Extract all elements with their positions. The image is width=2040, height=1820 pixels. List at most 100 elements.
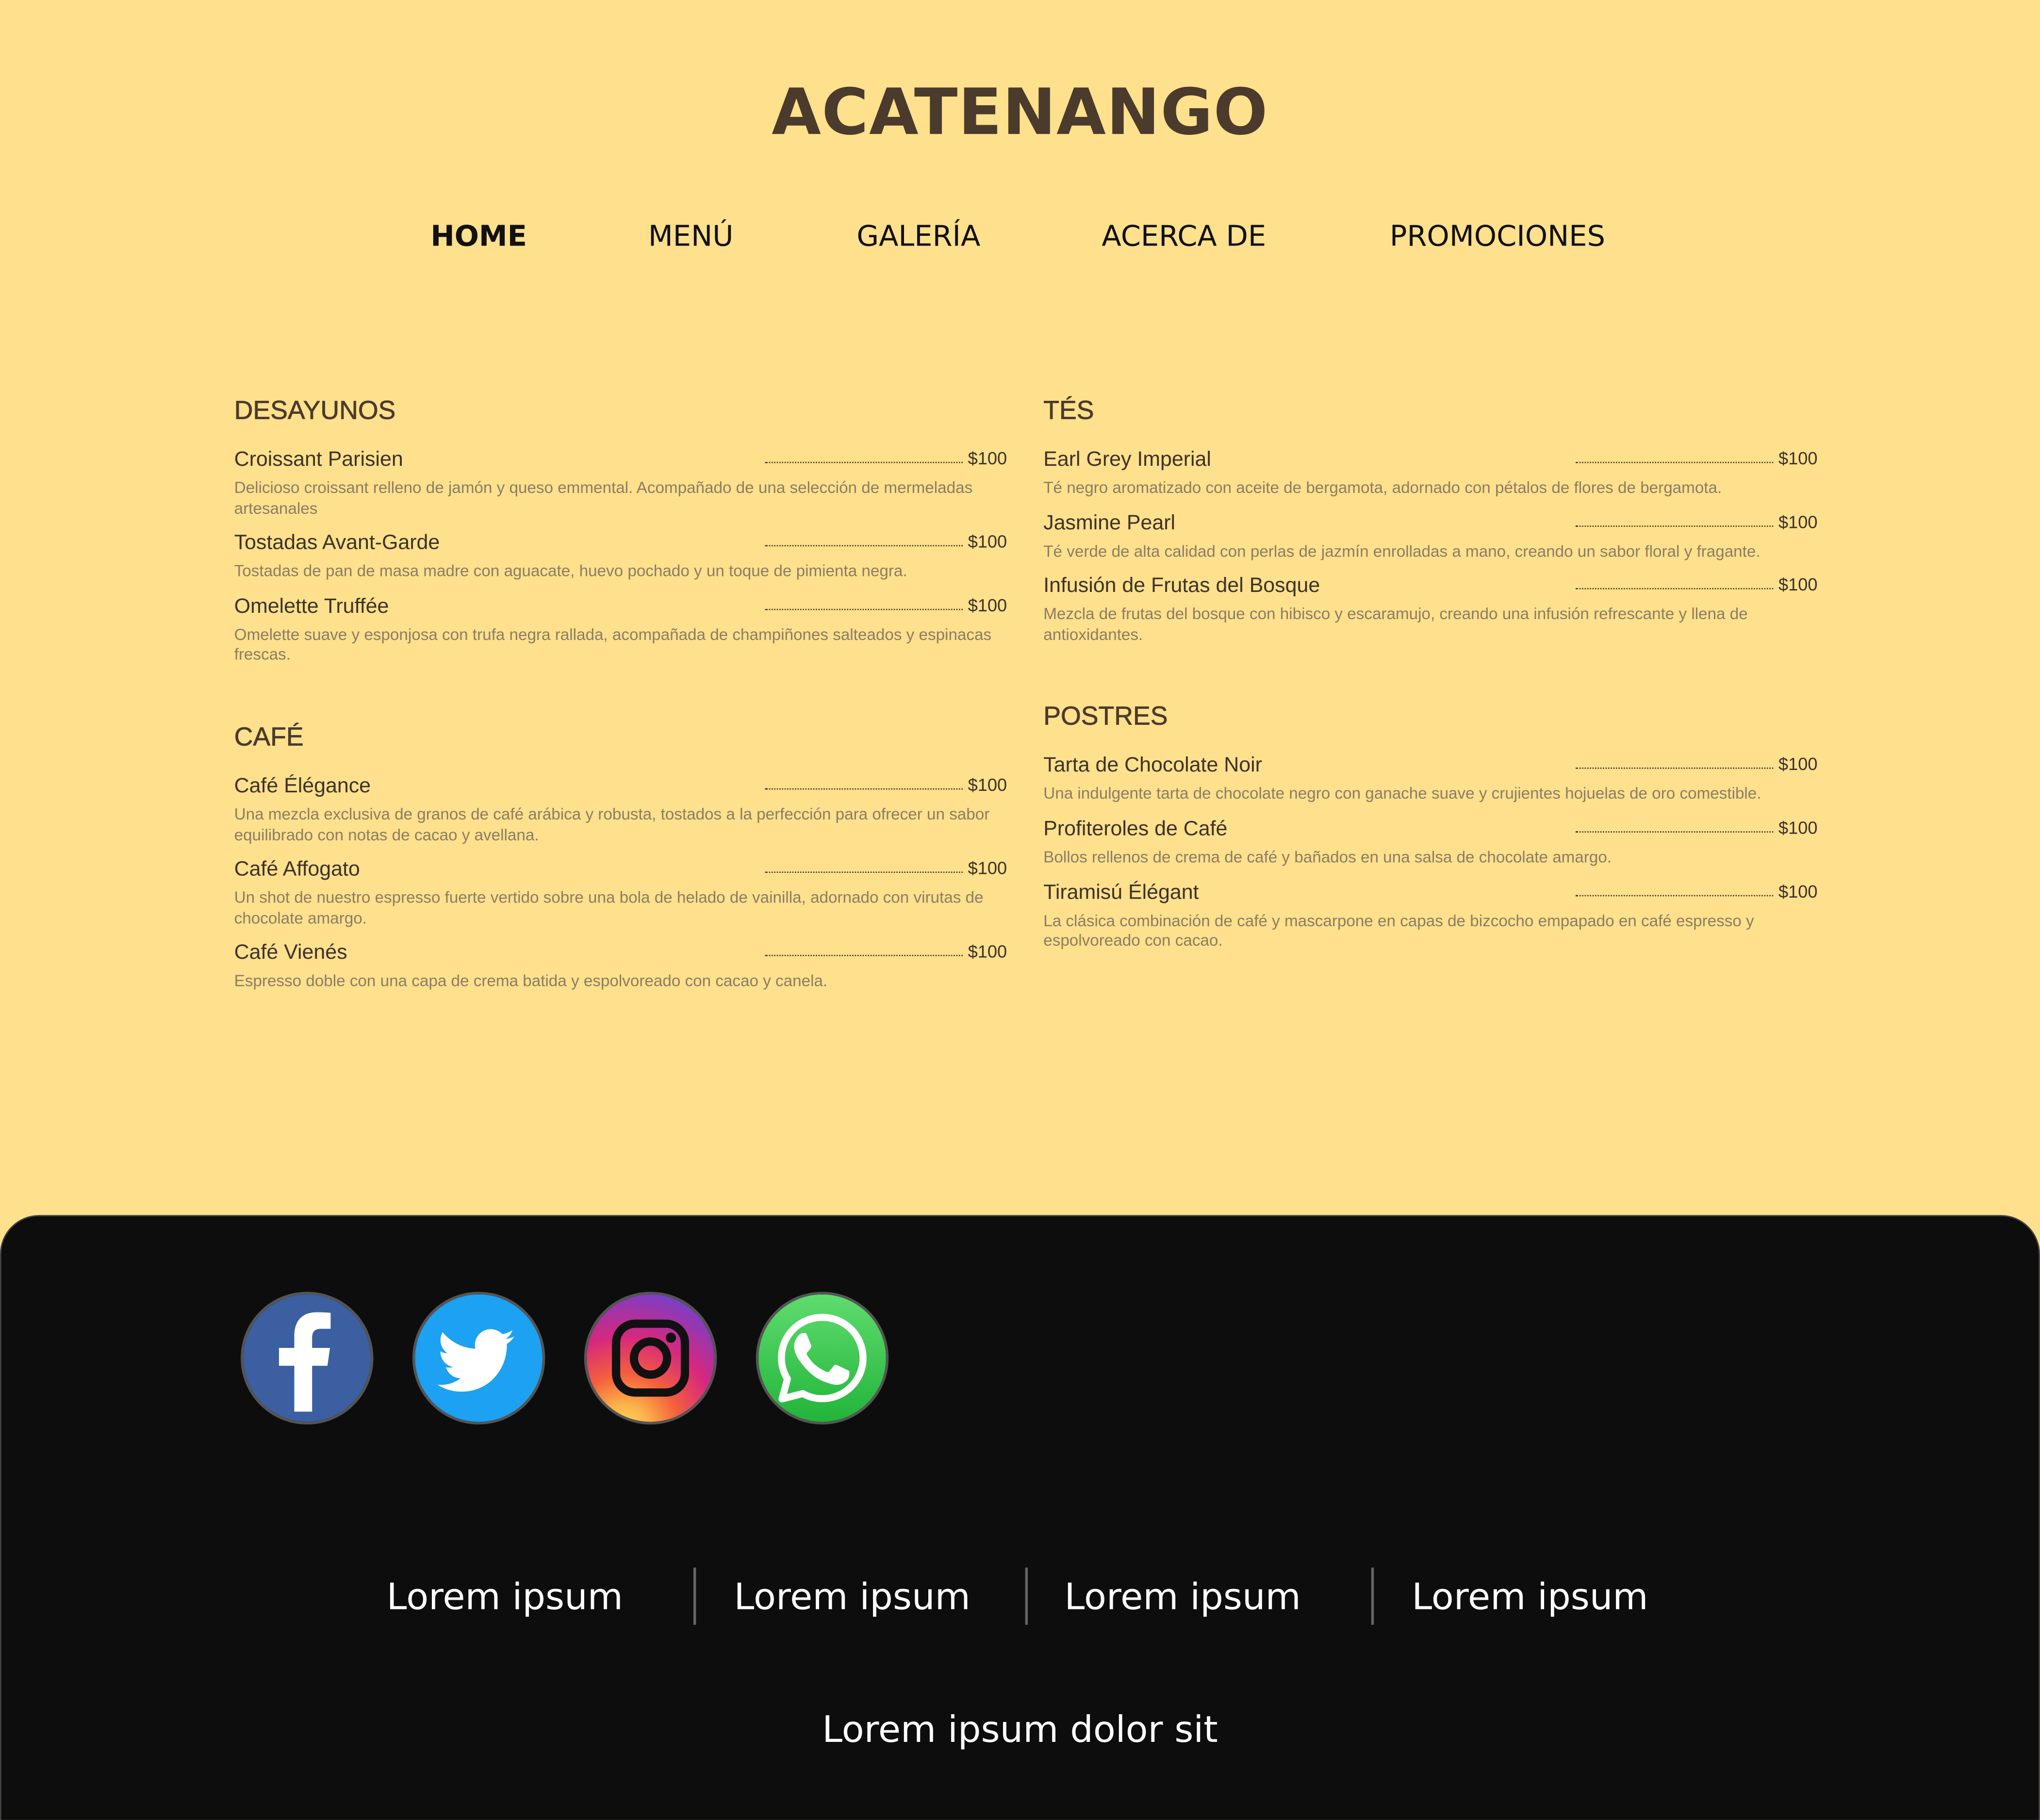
- nav-home[interactable]: HOME: [430, 221, 527, 254]
- facebook-icon: [243, 1294, 371, 1422]
- menu-item-name: Café Vienés: [234, 942, 347, 965]
- instagram-icon: [587, 1294, 714, 1422]
- footer-link-3[interactable]: Lorem ipsum: [1065, 1574, 1301, 1621]
- menu-section: CAFÉ Café Élégance $100 Una mezcla exclusiv…: [234, 721, 1007, 992]
- dot-leader: [1575, 461, 1774, 463]
- menu-item: Jasmine Pearl $100 Té verde de alta calida…: [1043, 509, 1817, 562]
- dot-leader: [765, 461, 963, 463]
- footer-divider: [693, 1567, 696, 1625]
- menu-item-header: Earl Grey Imperial $100: [1043, 446, 1817, 475]
- menu-item-header: Infusión de Frutas del Bosque $100: [1043, 573, 1817, 601]
- menu-item-name: Café Affogato: [234, 858, 360, 881]
- menu-item-name: Jasmine Pearl: [1043, 512, 1176, 534]
- menu-item-name: Omelette Truffée: [234, 595, 389, 618]
- menu-item-description: Una mezcla exclusiva de granos de café a…: [234, 805, 990, 844]
- menu-item-name: Croissant Parisien: [234, 448, 403, 471]
- menu-item-name: Café Élégance: [234, 775, 371, 798]
- menu-section: POSTRES Tarta de Chocolate Noir $100 Una in…: [1043, 700, 1818, 952]
- nav-about[interactable]: ACERCA DE: [1102, 221, 1266, 254]
- menu-item-name: Profiteroles de Café: [1043, 818, 1228, 840]
- menu-item-header: Omelette Truffée $100: [234, 593, 1007, 622]
- dot-leader: [1575, 894, 1774, 896]
- instagram-link[interactable]: [584, 1292, 717, 1425]
- footer-link-4[interactable]: Lorem ipsum: [1412, 1574, 1648, 1621]
- dot-leader: [765, 788, 963, 790]
- whatsapp-link[interactable]: [756, 1292, 889, 1425]
- menu-item: Tarta de Chocolate Noir $100 Una indulgent…: [1043, 753, 1817, 805]
- site-title: ACATENANGO: [772, 75, 1268, 150]
- section-title: CAFÉ: [234, 723, 304, 752]
- menu-item: Café Élégance $100 Una mezcla exclusiva de…: [234, 772, 1007, 846]
- menu-item-description: La clásica combinación de café y mascarp…: [1043, 911, 1754, 950]
- menu-item-name: Tiramisú Élégant: [1043, 881, 1199, 904]
- menu-item-price: $100: [968, 532, 1007, 552]
- dot-leader: [765, 545, 963, 547]
- menu-item-price: $100: [1778, 575, 1818, 595]
- menu-item-price: $100: [1778, 818, 1818, 838]
- nav-gallery[interactable]: GALERÍA: [856, 221, 980, 254]
- menu-item-header: Croissant Parisien $100: [234, 446, 1007, 475]
- menu-item-description: Una indulgente tarta de chocolate negro …: [1043, 785, 1761, 803]
- menu-item-price: $100: [968, 448, 1007, 469]
- footer-link-1[interactable]: Lorem ipsum: [387, 1574, 623, 1621]
- nav-promotions[interactable]: PROMOCIONES: [1390, 221, 1605, 254]
- menu-item-header: Jasmine Pearl $100: [1043, 509, 1817, 538]
- menu-item: Infusión de Frutas del Bosque $100 Mezcla …: [1043, 573, 1817, 646]
- section-title: DESAYUNOS: [234, 396, 396, 426]
- dot-leader: [1575, 768, 1774, 770]
- menu-item: Café Vienés $100 Espresso doble con una ca…: [234, 940, 1007, 993]
- menu-item-header: Café Affogato $100: [234, 856, 1007, 885]
- menu-item-description: Té negro aromatizado con aceite de berga…: [1043, 478, 1722, 497]
- menu-item-price: $100: [1778, 448, 1818, 469]
- menu-item-name: Tostadas Avant-Garde: [234, 532, 440, 555]
- menu-item-price: $100: [1778, 881, 1818, 901]
- menu-item: Croissant Parisien $100 Delicioso croissan…: [234, 446, 1007, 520]
- menu-item-description: Mezcla de frutas del bosque con hibisco …: [1043, 605, 1748, 644]
- menu-section: TÉS Earl Grey Imperial $100 Té negro aromat…: [1043, 394, 1818, 646]
- menu-item-price: $100: [968, 775, 1007, 795]
- menu-item-description: Delicioso croissant relleno de jamón y q…: [234, 478, 973, 517]
- dot-leader: [1575, 588, 1774, 590]
- dot-leader: [1575, 525, 1774, 526]
- dot-leader: [765, 955, 963, 957]
- menu-item: Tostadas Avant-Garde $100 Tostadas de pan …: [234, 530, 1007, 583]
- nav-menu[interactable]: MENÚ: [648, 221, 733, 254]
- menu-item: Tiramisú Élégant $100 La clásica combinaci…: [1043, 879, 1817, 952]
- menu-column-left: DESAYUNOS Croissant Parisien $100 Delicioso…: [234, 394, 1007, 1047]
- dot-leader: [765, 608, 963, 610]
- menu-column-right: TÉS Earl Grey Imperial $100 Té negro aromat…: [1043, 394, 1818, 1006]
- menu-item-description: Espresso doble con una capa de crema bat…: [234, 972, 828, 991]
- menu-item-price: $100: [968, 595, 1007, 615]
- menu-item: Café Affogato $100 Un shot de nuestro espr…: [234, 856, 1007, 930]
- main-nav: HOME MENÚ GALERÍA ACERCA DE PROMOCIONES: [0, 221, 2040, 263]
- footer: Lorem ipsum Lorem ipsum Lorem ipsum Lore…: [0, 1215, 2040, 1820]
- page: ACATENANGO HOME MENÚ GALERÍA ACERCA DE P…: [0, 0, 2040, 1820]
- dot-leader: [1575, 831, 1774, 833]
- twitter-link[interactable]: [412, 1292, 545, 1425]
- menu-item-price: $100: [1778, 755, 1818, 775]
- menu-item: Earl Grey Imperial $100 Té negro aromatiza…: [1043, 446, 1817, 499]
- footer-link-2[interactable]: Lorem ipsum: [734, 1574, 971, 1621]
- footer-copyright: Lorem ipsum dolor sit: [822, 1708, 1218, 1751]
- menu-item-name: Tarta de Chocolate Noir: [1043, 755, 1262, 777]
- footer-links: Lorem ipsum Lorem ipsum Lorem ipsum Lore…: [1, 1574, 2039, 1631]
- menu-item-header: Café Élégance $100: [234, 772, 1007, 801]
- menu-item-description: Bollos rellenos de crema de café y bañad…: [1043, 848, 1612, 867]
- menu-item: Omelette Truffée $100 Omelette suave y esp…: [234, 593, 1007, 666]
- menu-item-description: Té verde de alta calidad con perlas de j…: [1043, 541, 1760, 560]
- section-title: TÉS: [1043, 396, 1094, 426]
- footer-divider: [1025, 1567, 1028, 1625]
- menu-item-name: Infusión de Frutas del Bosque: [1043, 575, 1320, 598]
- footer-divider: [1371, 1567, 1374, 1625]
- menu-item-header: Profiteroles de Café $100: [1043, 816, 1817, 844]
- dot-leader: [765, 871, 963, 873]
- menu-item-price: $100: [968, 858, 1007, 879]
- menu-item-description: Omelette suave y esponjosa con trufa neg…: [234, 625, 992, 664]
- facebook-link[interactable]: [241, 1292, 374, 1425]
- twitter-icon: [415, 1294, 543, 1422]
- menu-item-header: Tarta de Chocolate Noir $100: [1043, 753, 1817, 781]
- menu-section: DESAYUNOS Croissant Parisien $100 Delicioso…: [234, 394, 1007, 666]
- menu-item-header: Tiramisú Élégant $100: [1043, 879, 1817, 907]
- menu-item-header: Tostadas Avant-Garde $100: [234, 530, 1007, 558]
- menu-item-price: $100: [1778, 512, 1818, 532]
